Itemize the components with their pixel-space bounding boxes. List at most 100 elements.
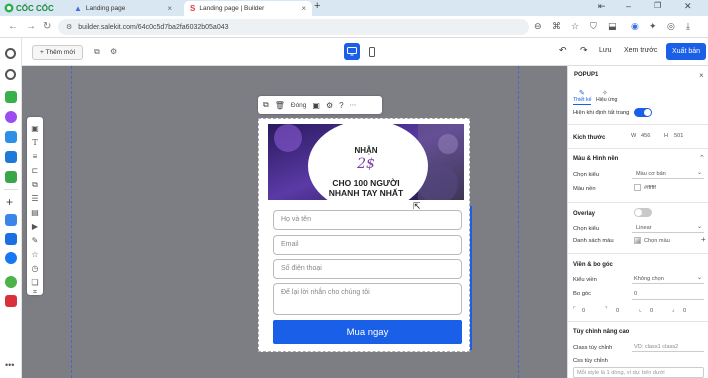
color-pick-button[interactable]: Chọn màu xyxy=(644,238,670,244)
facebook-icon[interactable] xyxy=(5,252,17,264)
download-icon[interactable]: ⤓ xyxy=(686,21,690,32)
border-type-select[interactable]: Không chọn ⌄ xyxy=(632,274,704,284)
box-tool-icon[interactable]: ▤ xyxy=(30,208,40,218)
bookmark-star-icon[interactable]: ☆ xyxy=(571,21,579,32)
text-tool-icon[interactable]: T xyxy=(30,138,40,148)
download-box-icon[interactable]: ⬓ xyxy=(608,21,617,32)
app-icon[interactable] xyxy=(5,214,17,226)
bg-color-swatch[interactable] xyxy=(634,184,641,191)
telegram-icon[interactable] xyxy=(5,233,17,245)
restore-tabs-icon[interactable]: ⇤ xyxy=(598,1,606,12)
close-popup-button[interactable]: Đóng xyxy=(291,102,307,109)
browser-brand-label: CỐC CỐC xyxy=(16,3,54,13)
extensions-puzzle-icon[interactable]: ✦ xyxy=(649,21,657,32)
corner-bottom-left-icon: ⌞ xyxy=(639,307,642,313)
chevron-up-icon[interactable]: ⌃ xyxy=(699,154,705,162)
history-icon[interactable] xyxy=(5,69,16,80)
color-list-swatch[interactable] xyxy=(634,237,641,244)
desktop-view-button[interactable] xyxy=(344,43,360,60)
game-icon[interactable] xyxy=(5,171,17,183)
frame-tool-icon[interactable]: ⌗ xyxy=(30,288,40,298)
zoom-icon[interactable]: ⊖ xyxy=(534,21,542,32)
overlay-type-select[interactable]: Linear ⌄ xyxy=(632,223,704,233)
close-icon[interactable]: × xyxy=(301,4,306,13)
add-icon[interactable]: + xyxy=(6,195,13,209)
bg-color-value[interactable]: #ffffff xyxy=(644,185,656,191)
more-icon[interactable]: ••• xyxy=(5,360,14,370)
message-field[interactable]: Để lại lời nhắn cho chúng tôi xyxy=(273,283,462,315)
corner-top-right-input[interactable]: 0 xyxy=(616,308,619,314)
redo-icon[interactable]: ↷ xyxy=(580,45,588,56)
new-tab-button[interactable]: + xyxy=(314,0,320,12)
gallery-tool-icon[interactable]: ⧉ xyxy=(30,180,40,190)
email-field[interactable]: Email xyxy=(273,235,462,255)
tab-effect[interactable]: Hiệu ứng xyxy=(596,97,617,103)
width-input[interactable]: 456 xyxy=(641,133,650,139)
panel-close-icon[interactable]: × xyxy=(699,71,704,80)
minimize-button[interactable]: – xyxy=(626,1,631,11)
layers-tool-icon[interactable]: ❏ xyxy=(30,278,40,288)
trash-icon[interactable]: 🗑 xyxy=(275,101,285,110)
star-tool-icon[interactable]: ☆ xyxy=(30,250,40,260)
radius-input[interactable]: 0 xyxy=(634,291,637,297)
height-input[interactable]: 501 xyxy=(674,133,683,139)
chat-icon[interactable] xyxy=(5,91,17,103)
css-textarea[interactable]: Mỗi style là 1 dòng, ví dụ: bên dưới xyxy=(573,367,704,378)
tab-landing-page[interactable]: ▲ Landing page × xyxy=(68,1,178,16)
timer-tool-icon[interactable]: ◷ xyxy=(30,264,40,274)
gear-icon[interactable]: ⚙ xyxy=(326,101,333,110)
whatsapp-icon[interactable] xyxy=(5,276,17,288)
more-icon[interactable]: ⋯ xyxy=(350,101,357,109)
add-color-icon[interactable]: + xyxy=(701,235,706,244)
save-icon[interactable]: ▣ xyxy=(312,101,320,110)
form-tool-icon[interactable]: ☰ xyxy=(30,194,40,204)
corner-top-left-input[interactable]: 0 xyxy=(582,308,585,314)
buy-now-button[interactable]: Mua ngay xyxy=(273,320,462,344)
publish-button[interactable]: Xuất bản xyxy=(666,43,706,60)
video-tool-icon[interactable]: ▶ xyxy=(30,222,40,232)
paragraph-tool-icon[interactable]: ≡ xyxy=(30,152,40,162)
maximize-button[interactable]: ❐ xyxy=(654,1,661,10)
pen-tool-icon[interactable]: ✎ xyxy=(30,236,40,246)
color-type-select[interactable]: Màu cơ bản ⌄ xyxy=(632,169,704,179)
skype-icon[interactable] xyxy=(5,131,17,143)
tab-design[interactable]: Thiết kế xyxy=(573,97,591,103)
forward-button[interactable]: → xyxy=(26,21,36,32)
popup-banner-image[interactable]: NHẬN 2$ CHO 100 NGƯỜI NHANH TAY NHẤT xyxy=(268,124,464,200)
add-new-button[interactable]: + Thêm mới xyxy=(32,45,84,60)
close-icon[interactable]: × xyxy=(167,4,172,13)
phone-field[interactable]: Số điện thoại xyxy=(273,259,462,279)
shield-icon[interactable]: ⛉ xyxy=(590,21,597,32)
url-field[interactable]: ⚙ builder.salekit.com/64c0c5d7ba2fa6032b… xyxy=(58,19,529,35)
settings-gear-icon[interactable] xyxy=(5,48,16,59)
duplicate-icon[interactable]: ⧉ xyxy=(263,100,269,110)
desktop-icon xyxy=(347,47,357,56)
translate-icon[interactable]: ⌘ xyxy=(552,21,561,32)
corner-bottom-left-input[interactable]: 0 xyxy=(650,308,653,314)
preview-button[interactable]: Xem trước xyxy=(624,47,657,54)
help-icon[interactable]: ? xyxy=(339,101,343,110)
gear-icon[interactable]: ⚙ xyxy=(110,47,117,56)
reload-button[interactable]: ↻ xyxy=(43,21,51,32)
extension-coccoc-icon[interactable]: ◉ xyxy=(631,21,639,32)
back-button[interactable]: ← xyxy=(8,21,18,32)
window-close-button[interactable]: ✕ xyxy=(684,1,692,12)
news-icon[interactable] xyxy=(5,151,17,163)
pocket-icon[interactable] xyxy=(5,295,17,307)
profile-icon[interactable]: ◎ xyxy=(667,21,675,32)
mobile-view-button[interactable] xyxy=(364,43,380,60)
name-field[interactable]: Họ và tên xyxy=(273,210,462,230)
site-info-icon[interactable]: ⚙ xyxy=(66,23,72,31)
tab-builder[interactable]: S Landing page | Builder × xyxy=(184,1,312,16)
corner-bottom-right-input[interactable]: 0 xyxy=(683,308,686,314)
save-button[interactable]: Lưu xyxy=(599,47,611,54)
layers-icon[interactable]: ⧉ xyxy=(94,47,100,57)
messenger-icon[interactable] xyxy=(5,111,17,123)
button-tool-icon[interactable]: ⊏ xyxy=(30,166,40,176)
coccoc-logo[interactable]: CỐC CỐC xyxy=(4,2,54,14)
class-input[interactable]: VD: class1 class2 xyxy=(632,342,704,352)
undo-icon[interactable]: ↶ xyxy=(559,45,567,56)
show-default-toggle[interactable] xyxy=(634,108,652,117)
overlay-toggle[interactable] xyxy=(634,208,652,217)
image-tool-icon[interactable]: ▣ xyxy=(30,124,40,134)
